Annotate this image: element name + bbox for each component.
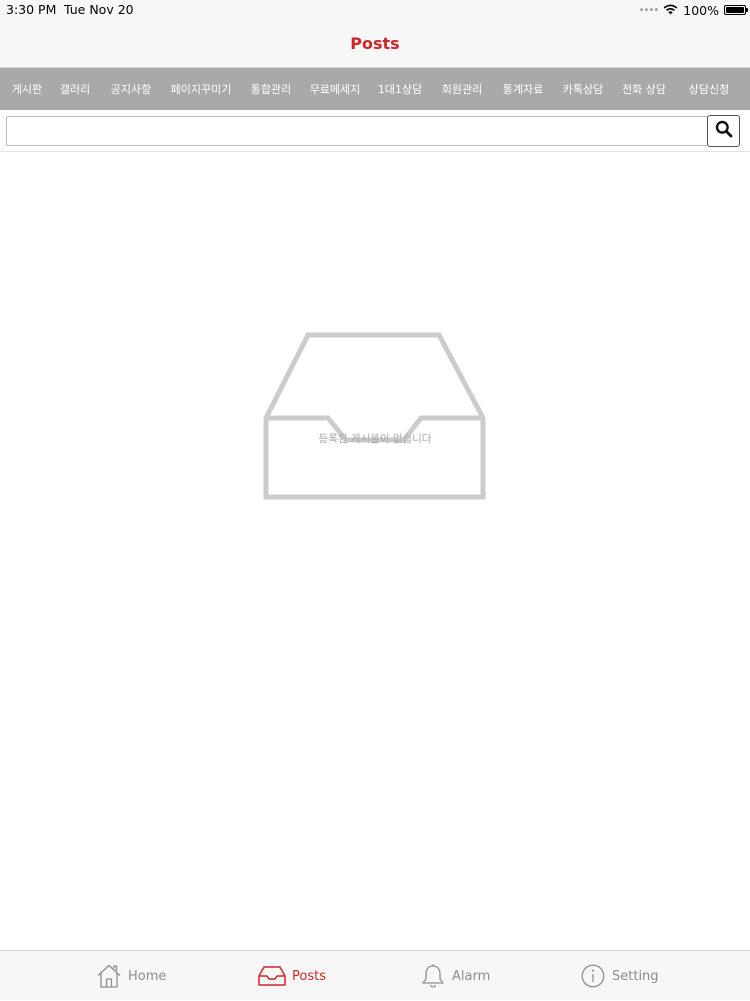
signal-dots-icon: •••• [638,4,660,16]
menu-item-page-design[interactable]: 페이지꾸미기 [162,81,240,97]
search-icon [715,120,733,142]
bell-icon [420,963,446,989]
home-icon [96,963,122,989]
tab-setting-label: Setting [612,968,659,984]
tab-home[interactable]: Home [96,951,166,1001]
menu-item-member-management[interactable]: 회원관리 [432,81,492,97]
status-date: Tue Nov 20 [64,2,134,17]
status-time: 3:30 PM [6,2,57,17]
tab-alarm[interactable]: Alarm [420,951,490,1001]
menu-item-notice[interactable]: 공지사항 [100,81,162,97]
search-bar [0,110,750,152]
tab-bar: Home Posts Alarm Setting [0,950,750,1000]
menu-item-integrated-management[interactable]: 통합관리 [240,81,302,97]
search-button[interactable] [707,115,740,147]
search-input[interactable] [6,116,708,146]
battery-percent: 100% [683,2,719,18]
menu-item-kakaotalk-consult[interactable]: 카톡상담 [554,81,612,97]
info-icon [580,963,606,989]
empty-message: 등록된 게시물이 없습니다 [318,433,432,445]
category-menu: 게시판 갤러리 공지사항 페이지꾸미기 통합관리 무료메세지 1대1상담 회원관… [0,68,750,110]
menu-item-free-message[interactable]: 무료메세지 [302,81,368,97]
menu-item-board[interactable]: 게시판 [4,81,50,97]
tab-setting[interactable]: Setting [580,951,659,1001]
status-indicators: •••• 100% [638,1,748,19]
empty-state: 등록된 게시물이 없습니다 [262,332,488,502]
inbox-icon [258,965,286,987]
menu-item-one-on-one[interactable]: 1대1상담 [368,81,432,97]
menu-item-statistics[interactable]: 통계자료 [492,81,554,97]
tab-posts-label: Posts [292,968,326,984]
status-bar: 3:30 PM Tue Nov 20 •••• 100% [0,0,750,20]
tab-home-label: Home [128,968,167,984]
tab-posts[interactable]: Posts [258,951,326,1001]
menu-item-gallery[interactable]: 갤러리 [50,81,100,97]
menu-item-phone-consult[interactable]: 전화 상담 [612,81,676,97]
menu-item-consult-request[interactable]: 상담신청 [676,81,742,97]
page-title: Posts [350,34,400,53]
battery-fill [726,7,744,13]
navigation-bar: Posts [0,20,750,68]
tab-alarm-label: Alarm [452,968,491,984]
wifi-icon [663,3,678,18]
battery-icon [724,5,748,15]
